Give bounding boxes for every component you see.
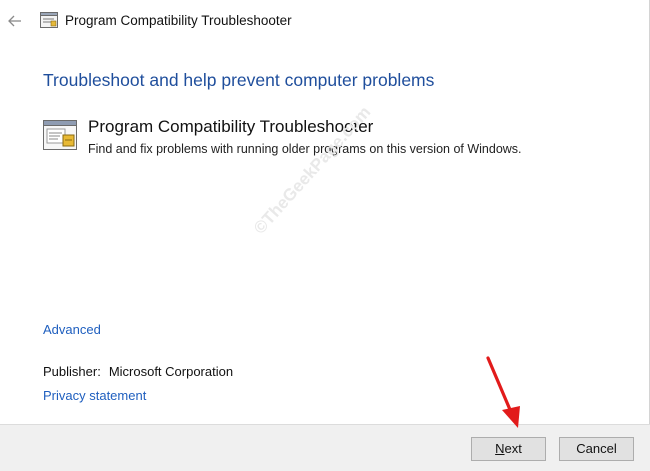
publisher-value: Microsoft Corporation bbox=[108, 364, 234, 379]
troubleshooter-icon bbox=[40, 12, 58, 28]
next-access-key: N bbox=[495, 441, 505, 456]
publisher-label: Publisher: bbox=[43, 364, 101, 379]
next-button[interactable]: Next bbox=[471, 437, 546, 461]
privacy-statement-link[interactable]: Privacy statement bbox=[43, 388, 146, 403]
troubleshooter-window: Program Compatibility Troubleshooter Tro… bbox=[0, 0, 650, 471]
next-label-rest: ext bbox=[504, 441, 522, 456]
footer-bar: Next Cancel bbox=[0, 424, 650, 471]
cancel-button[interactable]: Cancel bbox=[559, 437, 634, 461]
troubleshooter-icon bbox=[43, 120, 77, 150]
back-arrow-icon[interactable] bbox=[6, 12, 24, 30]
red-arrow-icon bbox=[486, 356, 520, 428]
window-title: Program Compatibility Troubleshooter bbox=[65, 13, 292, 28]
page-heading: Troubleshoot and help prevent computer p… bbox=[43, 70, 435, 90]
advanced-link[interactable]: Advanced bbox=[43, 322, 101, 337]
publisher-info: Publisher: Microsoft Corporation bbox=[43, 364, 233, 379]
title-bar: Program Compatibility Troubleshooter bbox=[0, 0, 650, 42]
item-description: Find and fix problems with running older… bbox=[88, 142, 522, 156]
